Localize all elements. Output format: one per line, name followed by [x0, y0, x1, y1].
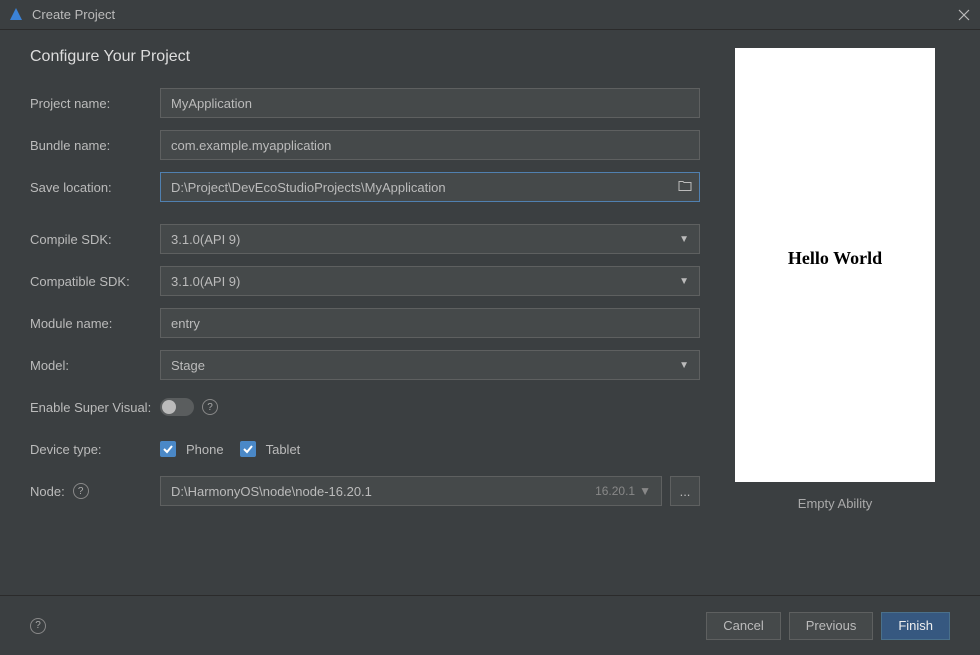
node-select[interactable]: D:\HarmonyOS\node\node-16.20.1 16.20.1 ▼ — [160, 476, 662, 506]
node-path-value: D:\HarmonyOS\node\node-16.20.1 — [171, 484, 372, 499]
module-name-label: Module name: — [30, 316, 160, 331]
preview-caption: Empty Ability — [798, 496, 872, 511]
folder-icon[interactable] — [678, 180, 692, 195]
titlebar: Create Project — [0, 0, 980, 30]
window-title: Create Project — [32, 7, 956, 22]
compile-sdk-value: 3.1.0(API 9) — [171, 232, 240, 247]
device-phone-checkbox[interactable] — [160, 441, 176, 457]
chevron-down-icon: ▼ — [639, 484, 651, 498]
device-tablet-label: Tablet — [266, 442, 301, 457]
save-location-label: Save location: — [30, 180, 160, 195]
compile-sdk-label: Compile SDK: — [30, 232, 160, 247]
model-select[interactable]: Stage ▼ — [160, 350, 700, 380]
finish-button[interactable]: Finish — [881, 612, 950, 640]
compatible-sdk-select[interactable]: 3.1.0(API 9) ▼ — [160, 266, 700, 296]
compatible-sdk-label: Compatible SDK: — [30, 274, 160, 289]
compile-sdk-select[interactable]: 3.1.0(API 9) ▼ — [160, 224, 700, 254]
help-icon[interactable]: ? — [202, 399, 218, 415]
footer: ? Cancel Previous Finish — [0, 595, 980, 655]
node-version-value: 16.20.1 — [595, 484, 635, 498]
node-browse-button[interactable]: ... — [670, 476, 700, 506]
help-icon[interactable]: ? — [73, 483, 89, 499]
app-logo-icon — [8, 7, 24, 23]
node-label: Node: — [30, 484, 65, 499]
enable-super-visual-label: Enable Super Visual: — [30, 400, 160, 415]
close-icon[interactable] — [956, 7, 972, 23]
save-location-input[interactable] — [160, 172, 700, 202]
preview-content: Hello World — [788, 248, 882, 269]
device-tablet-checkbox[interactable] — [240, 441, 256, 457]
model-value: Stage — [171, 358, 205, 373]
bundle-name-label: Bundle name: — [30, 138, 160, 153]
chevron-down-icon: ▼ — [679, 360, 689, 371]
chevron-down-icon: ▼ — [679, 276, 689, 287]
template-preview: Hello World — [735, 48, 935, 482]
page-title: Configure Your Project — [30, 48, 700, 66]
help-icon[interactable]: ? — [30, 618, 46, 634]
bundle-name-input[interactable] — [160, 130, 700, 160]
previous-button[interactable]: Previous — [789, 612, 874, 640]
cancel-button[interactable]: Cancel — [706, 612, 780, 640]
project-name-label: Project name: — [30, 96, 160, 111]
compatible-sdk-value: 3.1.0(API 9) — [171, 274, 240, 289]
device-type-label: Device type: — [30, 442, 160, 457]
model-label: Model: — [30, 358, 160, 373]
device-phone-label: Phone — [186, 442, 224, 457]
chevron-down-icon: ▼ — [679, 234, 689, 245]
module-name-input[interactable] — [160, 308, 700, 338]
enable-super-visual-toggle[interactable] — [160, 398, 194, 416]
project-name-input[interactable] — [160, 88, 700, 118]
